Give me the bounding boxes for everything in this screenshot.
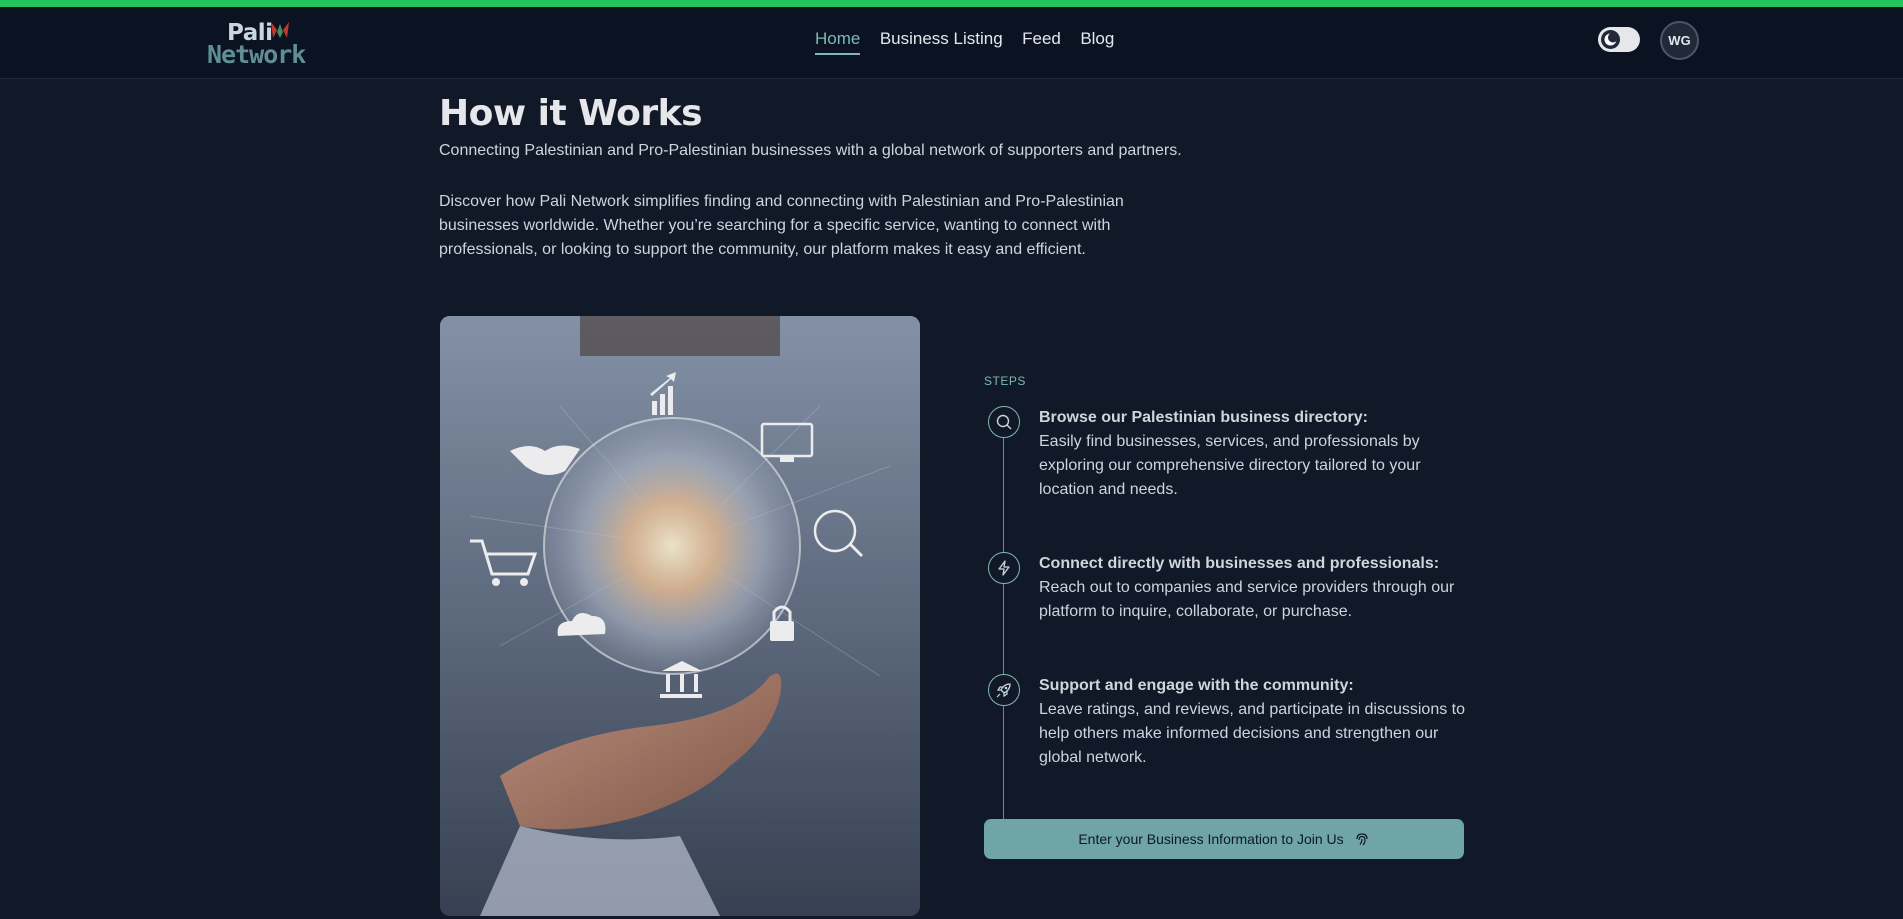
navbar: Pali Network Home Business Listing Feed … <box>0 7 1903 79</box>
step-body: Easily find businesses, services, and pr… <box>1039 433 1421 498</box>
globe-network-illustration <box>440 316 920 916</box>
fingerprint-icon <box>1356 833 1368 846</box>
page-description: Discover how Pali Network simplifies fin… <box>439 193 1124 258</box>
nav-feed[interactable]: Feed <box>1022 29 1061 55</box>
join-business-button[interactable]: Enter your Business Information to Join … <box>984 819 1464 859</box>
step-body: Leave ratings, and reviews, and particip… <box>1039 701 1466 766</box>
theme-toggle-knob <box>1601 30 1620 49</box>
top-accent-bar <box>0 0 1903 7</box>
hero-image <box>440 316 920 916</box>
step-title: Connect directly with businesses and pro… <box>1039 555 1440 572</box>
logo-mark-icon <box>271 22 289 38</box>
logo[interactable]: Pali Network <box>207 18 309 69</box>
user-avatar[interactable]: WG <box>1660 21 1699 60</box>
nav-blog[interactable]: Blog <box>1080 29 1114 55</box>
moon-icon <box>1604 32 1618 46</box>
step-body: Reach out to companies and service provi… <box>1039 579 1455 620</box>
logo-text-network: Network <box>207 40 306 69</box>
step-text: Connect directly with businesses and pro… <box>1039 552 1469 624</box>
step-icon-wrapper <box>988 406 1020 438</box>
step-icon-wrapper <box>988 674 1020 706</box>
page-subtitle: Connecting Palestinian and Pro-Palestini… <box>439 142 1182 159</box>
main-nav: Home Business Listing Feed Blog <box>815 29 1129 59</box>
step-text: Support and engage with the community: L… <box>1039 674 1469 770</box>
search-icon <box>996 414 1012 430</box>
timeline-line <box>1003 438 1004 819</box>
nav-business-listing[interactable]: Business Listing <box>880 29 1003 55</box>
join-business-button-label: Enter your Business Information to Join … <box>1078 831 1344 847</box>
step-title: Browse our Palestinian business director… <box>1039 409 1368 426</box>
lightning-icon <box>998 560 1010 576</box>
step-title: Support and engage with the community: <box>1039 677 1354 694</box>
theme-toggle[interactable] <box>1598 27 1640 52</box>
step-icon-wrapper <box>988 552 1020 584</box>
rocket-icon <box>996 683 1011 698</box>
step-text: Browse our Palestinian business director… <box>1039 406 1469 502</box>
steps-label: STEPS <box>984 374 1026 388</box>
page-title: How it Works <box>439 93 703 134</box>
nav-home[interactable]: Home <box>815 29 861 55</box>
